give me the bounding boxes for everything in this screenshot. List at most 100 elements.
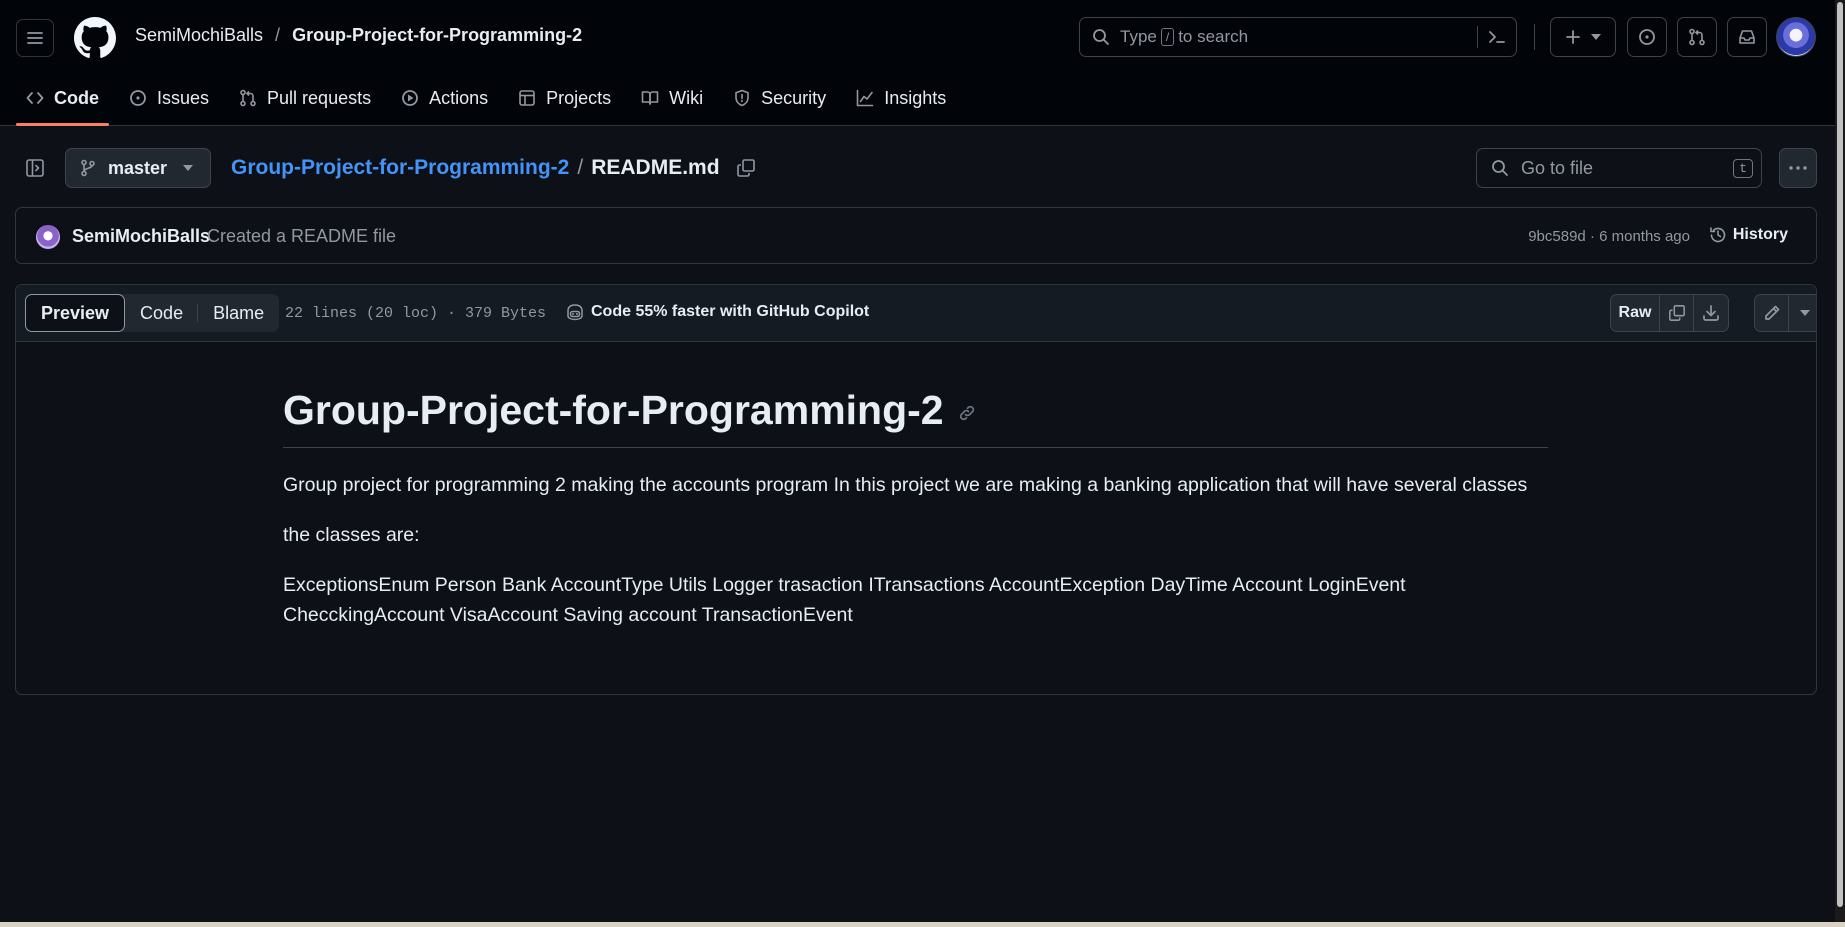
- header-divider: [1534, 24, 1535, 50]
- blame-tab[interactable]: Blame: [198, 294, 279, 332]
- tab-security[interactable]: Security: [723, 76, 836, 120]
- triangle-down-icon: [1799, 310, 1810, 316]
- search-icon: [1093, 29, 1109, 45]
- book-icon: [641, 91, 659, 105]
- global-header: SemiMochiBalls / Group-Project-for-Progr…: [0, 0, 1835, 126]
- tab-code[interactable]: Code: [16, 76, 109, 126]
- repo-breadcrumb: SemiMochiBalls / Group-Project-for-Progr…: [135, 25, 582, 46]
- branch-selector[interactable]: master: [65, 148, 211, 188]
- copy-icon: [1668, 305, 1685, 321]
- git-pull-request-icon: [240, 89, 256, 107]
- create-new-button[interactable]: [1550, 17, 1616, 57]
- file-path-breadcrumb: Group-Project-for-Programming-2 / README…: [231, 156, 756, 180]
- raw-copy-download-group: Raw: [1610, 294, 1729, 332]
- file-toolbar: Preview Code Blame 22 lines (20 loc) · 3…: [16, 285, 1816, 342]
- copilot-icon: [567, 304, 583, 321]
- repo-tabs: Code Issues Pull requests Actions Projec…: [16, 76, 966, 126]
- command-palette-icon[interactable]: [1488, 29, 1506, 45]
- inbox-button[interactable]: [1727, 17, 1767, 57]
- branch-name: master: [108, 157, 168, 178]
- tab-label: Projects: [546, 87, 612, 108]
- raw-label: Raw: [1618, 304, 1652, 321]
- menu-button[interactable]: [16, 19, 54, 57]
- copilot-promo-link[interactable]: Code 55% faster with GitHub Copilot: [565, 303, 869, 321]
- download-button[interactable]: [1694, 295, 1728, 331]
- copy-path-icon[interactable]: [736, 158, 756, 178]
- browser-viewport: SemiMochiBalls / Group-Project-for-Progr…: [0, 0, 1835, 922]
- more-options-button[interactable]: [1779, 148, 1817, 188]
- raw-button[interactable]: Raw: [1611, 295, 1660, 331]
- tab-wiki[interactable]: Wiki: [631, 76, 713, 120]
- readme-paragraph-class-list: ExceptionsEnum Person Bank AccountType U…: [283, 574, 1406, 626]
- history-label: History: [1732, 226, 1788, 243]
- user-avatar[interactable]: [1776, 17, 1816, 57]
- tab-label: Code: [54, 87, 99, 108]
- readme-paragraph-intro: Group project for programming 2 making t…: [283, 474, 1528, 496]
- graph-icon: [856, 89, 874, 107]
- search-suffix: to search: [1178, 27, 1249, 46]
- tab-insights[interactable]: Insights: [846, 76, 956, 120]
- latest-commit-bar: SemiMochiBalls Created a README file 9bc…: [15, 207, 1817, 264]
- kebab-horizontal-icon: [1789, 166, 1807, 170]
- readme-heading: Group-Project-for-Programming-2: [283, 385, 1548, 448]
- search-input[interactable]: Type / to search: [1079, 17, 1517, 57]
- search-icon: [1492, 160, 1508, 176]
- window-bottom-edge: [0, 922, 1845, 927]
- go-to-file-placeholder: Go to file: [1521, 157, 1594, 178]
- issues-button[interactable]: [1627, 17, 1667, 57]
- code-view-tab[interactable]: Code: [125, 294, 199, 332]
- scrollbar-thumb[interactable]: [1837, 2, 1843, 907]
- history-icon: [1710, 227, 1726, 243]
- readme-content: Group-Project-for-Programming-2 Group pr…: [283, 385, 1548, 630]
- sidebar-expand-icon: [26, 159, 44, 177]
- table-icon: [519, 90, 535, 106]
- edit-button[interactable]: [1755, 295, 1789, 331]
- tab-label: Actions: [429, 87, 489, 108]
- tab-label: Security: [761, 87, 827, 108]
- breadcrumb-separator: /: [275, 25, 281, 45]
- triangle-down-icon: [183, 165, 194, 171]
- readme-title: Group-Project-for-Programming-2: [283, 387, 944, 433]
- triangle-down-icon: [1591, 34, 1601, 40]
- tab-pull-requests[interactable]: Pull requests: [229, 76, 381, 120]
- commit-message[interactable]: Created a README file: [207, 226, 396, 247]
- file-tree-toggle[interactable]: [20, 153, 50, 183]
- pencil-icon: [1764, 305, 1779, 320]
- repo-link[interactable]: Group-Project-for-Programming-2: [292, 25, 582, 46]
- tab-issues[interactable]: Issues: [119, 76, 219, 120]
- code-icon: [26, 92, 44, 104]
- issue-opened-icon: [1639, 29, 1655, 45]
- path-repo-link[interactable]: Group-Project-for-Programming-2: [231, 156, 569, 180]
- tab-projects[interactable]: Projects: [508, 76, 621, 120]
- link-icon[interactable]: [958, 404, 976, 422]
- copy-raw-button[interactable]: [1660, 295, 1694, 331]
- page-scrollbar[interactable]: [1835, 0, 1845, 922]
- path-file-name: README.md: [591, 156, 720, 179]
- commit-author[interactable]: SemiMochiBalls: [72, 226, 210, 247]
- commit-meta[interactable]: 9bc589d · 6 months ago: [1528, 228, 1690, 245]
- tab-label: Insights: [884, 87, 947, 108]
- readme-paragraph-classes-heading: the classes are:: [283, 524, 420, 546]
- owner-link[interactable]: SemiMochiBalls: [135, 25, 263, 46]
- tab-actions[interactable]: Actions: [391, 76, 498, 120]
- search-divider: [1477, 26, 1478, 48]
- play-icon: [402, 90, 418, 106]
- edit-group: [1754, 294, 1816, 332]
- copilot-promo-label: Code 55% faster with GitHub Copilot: [591, 303, 870, 320]
- edit-dropdown-button[interactable]: [1789, 295, 1816, 331]
- tab-label: Wiki: [669, 87, 704, 108]
- issue-opened-icon: [130, 90, 146, 106]
- pull-requests-button[interactable]: [1677, 17, 1717, 57]
- tab-label: Pull requests: [267, 87, 372, 108]
- plus-icon: [1566, 30, 1580, 44]
- file-info: 22 lines (20 loc) · 379 Bytes: [285, 305, 547, 322]
- history-button[interactable]: History: [1709, 226, 1788, 244]
- author-avatar[interactable]: [36, 225, 60, 249]
- github-logo-icon[interactable]: [74, 17, 116, 59]
- go-to-file-shortcut: t: [1733, 159, 1753, 178]
- inbox-icon: [1739, 30, 1755, 44]
- preview-tab[interactable]: Preview: [25, 294, 126, 332]
- go-to-file-input[interactable]: Go to file t: [1476, 148, 1762, 188]
- tab-label: Issues: [157, 87, 210, 108]
- hamburger-icon: [27, 32, 43, 44]
